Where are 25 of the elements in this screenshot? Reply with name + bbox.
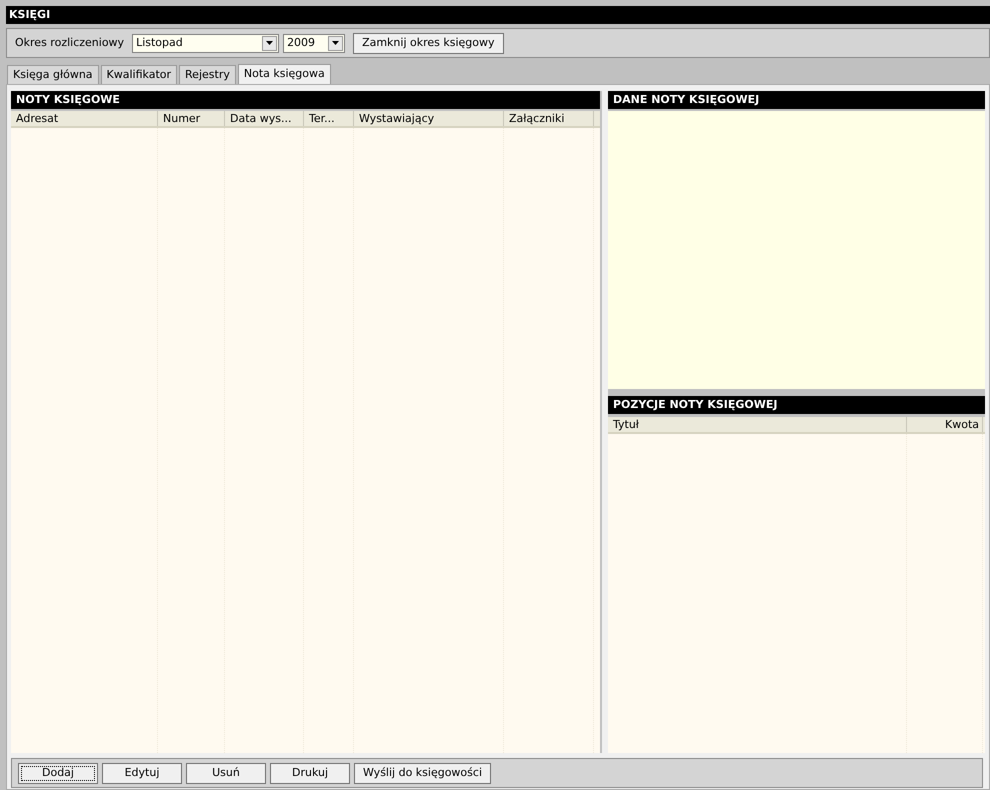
tab[interactable]: Księga główna bbox=[7, 65, 99, 84]
column-header[interactable]: Ter... bbox=[304, 111, 354, 126]
column-header[interactable]: Adresat bbox=[11, 111, 158, 126]
window-title: KSIĘGI bbox=[6, 6, 990, 24]
column-header[interactable]: Załączniki bbox=[504, 111, 594, 126]
panel-title: NOTY KSIĘGOWE bbox=[11, 91, 600, 109]
close-period-button[interactable]: Zamknij okres księgowy bbox=[353, 32, 504, 54]
period-label: Okres rozliczeniowy bbox=[15, 34, 124, 51]
column-header[interactable]: Data wys... bbox=[225, 111, 304, 126]
column-header[interactable]: Kwota bbox=[907, 417, 983, 432]
column-header[interactable]: Numer bbox=[158, 111, 225, 126]
column-header[interactable]: Tytuł bbox=[608, 417, 907, 432]
tab[interactable]: Rejestry bbox=[179, 65, 236, 84]
panel-title: POZYCJE NOTY KSIĘGOWEJ bbox=[608, 396, 985, 414]
action-button[interactable]: Dodaj bbox=[18, 762, 98, 784]
action-button[interactable]: Usuń bbox=[186, 762, 266, 784]
month-dropdown[interactable]: Listopad bbox=[132, 34, 280, 52]
year-dropdown[interactable]: 2009 bbox=[283, 34, 346, 52]
action-button[interactable]: Edytuj bbox=[102, 762, 182, 784]
tab[interactable]: Nota księgowa bbox=[238, 64, 331, 84]
action-button[interactable]: Wyślij do księgowości bbox=[354, 762, 491, 784]
panel-title: DANE NOTY KSIĘGOWEJ bbox=[608, 91, 985, 109]
action-button[interactable]: Drukuj bbox=[270, 762, 350, 784]
column-header[interactable]: Wystawiający bbox=[354, 111, 504, 126]
tab[interactable]: Kwalifikator bbox=[100, 65, 178, 84]
